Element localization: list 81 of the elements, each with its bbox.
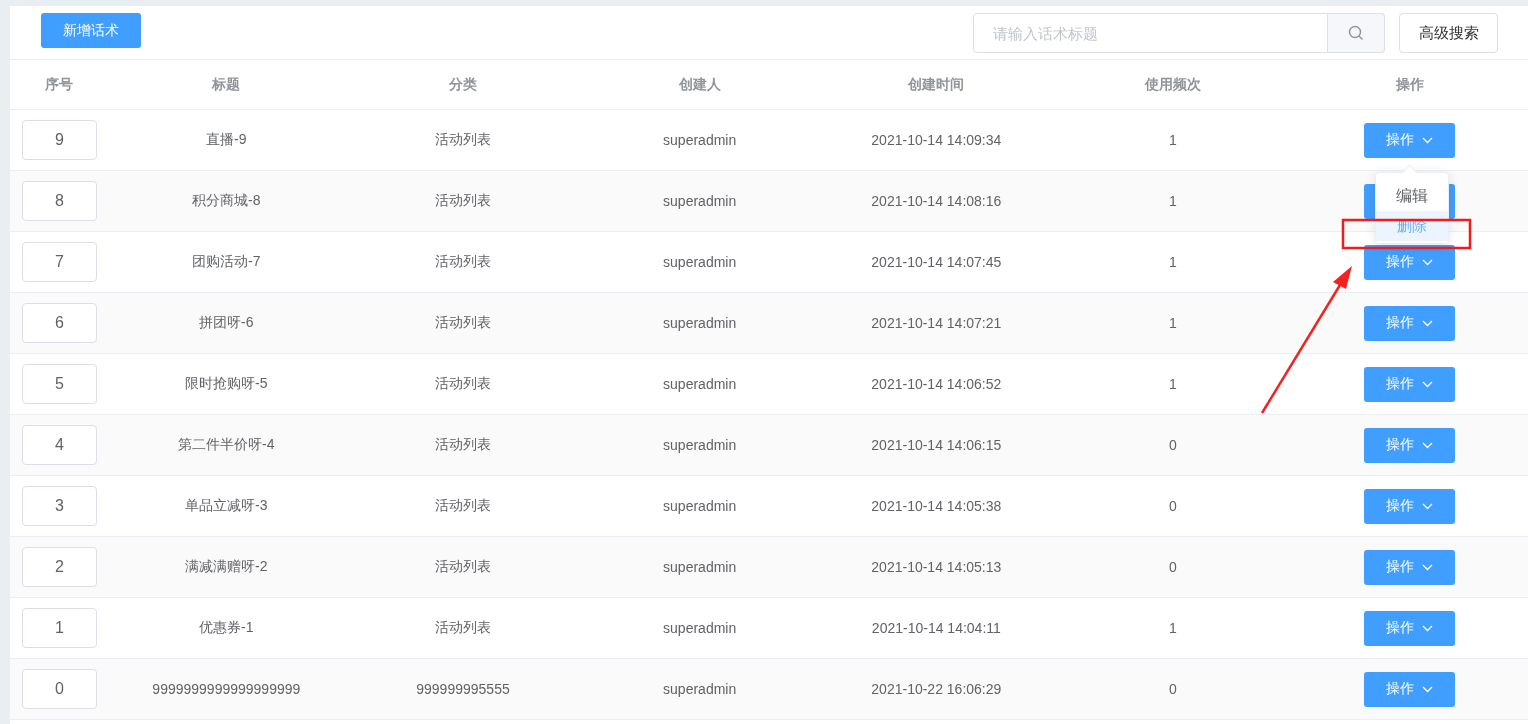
table-cell: 1 (1169, 620, 1177, 636)
table-cell: 1 (1169, 254, 1177, 270)
chevron-down-icon (1422, 319, 1434, 327)
table-cell: 2021-10-14 14:04:11 (871, 620, 1001, 636)
table-cell: 1 (1169, 376, 1177, 392)
table-cell: superadmin (663, 315, 737, 331)
table-cell: 拼团呀-6 (199, 314, 254, 332)
column-header: 使用频次 (1145, 75, 1201, 92)
table-cell: 活动列表 (435, 192, 491, 210)
table-cell: 0 (1169, 498, 1177, 514)
table-cell: 2021-10-14 14:06:52 (871, 376, 1002, 392)
table-cell: 2021-10-14 14:08:16 (871, 193, 1002, 209)
table-cell: 活动列表 (435, 619, 491, 637)
search-icon (1348, 25, 1364, 41)
table-cell: 活动列表 (435, 497, 491, 515)
menu-item[interactable]: 编辑 (1375, 181, 1448, 211)
table-cell: superadmin (663, 681, 737, 697)
chevron-down-icon (1422, 441, 1434, 449)
table-cell: superadmin (663, 437, 737, 453)
table-cell: 活动列表 (435, 314, 491, 332)
table-cell: 2021-10-14 14:07:21 (871, 315, 1002, 331)
table-cell: 1 (1169, 132, 1177, 148)
table-cell: 活动列表 (435, 436, 491, 454)
order-input-field[interactable]: 9 (22, 120, 97, 160)
table-cell: 0 (1169, 559, 1177, 575)
chevron-down-icon (1422, 624, 1434, 632)
order-input-field[interactable]: 4 (22, 425, 97, 465)
order-input-field[interactable]: 5 (22, 364, 97, 404)
column-header: 标题 (212, 75, 241, 92)
chevron-down-icon (1422, 563, 1434, 571)
table-cell: superadmin (663, 376, 737, 392)
order-input-field[interactable]: 7 (22, 242, 97, 282)
table-cell: 活动列表 (435, 131, 491, 149)
order-input-field[interactable]: 6 (22, 303, 97, 343)
table-cell: 第二件半价呀-4 (178, 436, 275, 454)
table-cell: 单品立减呀-3 (185, 497, 268, 515)
search-field[interactable]: 请输入话术标题 (973, 13, 1328, 53)
table-cell: 积分商城-8 (192, 192, 261, 210)
table-cell: superadmin (663, 559, 737, 575)
order-input-field[interactable]: 0 (22, 669, 97, 709)
table-cell: 直播-9 (206, 131, 247, 149)
table-cell: 1 (1169, 315, 1177, 331)
table-cell: 满减满赠呀-2 (185, 558, 268, 576)
table-cell: 9999999999999999999 (152, 681, 301, 697)
table-cell: 限时抢购呀-5 (185, 375, 268, 393)
order-input-field[interactable]: 2 (22, 547, 97, 587)
table-cell: superadmin (663, 498, 737, 514)
column-header: 创建时间 (908, 75, 965, 92)
table-cell: 活动列表 (435, 375, 491, 393)
table-cell: 0 (1169, 681, 1177, 697)
order-input-field[interactable]: 3 (22, 486, 97, 526)
table-cell: 2021-10-14 14:05:38 (871, 498, 1002, 514)
table-cell: 优惠券-1 (199, 619, 254, 637)
chevron-down-icon (1422, 258, 1434, 266)
table-cell: 2021-10-14 14:07:45 (871, 254, 1002, 270)
table-cell: 活动列表 (435, 558, 491, 576)
table-cell: superadmin (663, 254, 737, 270)
chevron-down-icon (1422, 502, 1434, 510)
chevron-down-icon (1422, 136, 1434, 144)
column-header: 创建人 (678, 75, 721, 92)
order-input-field[interactable]: 8 (22, 181, 97, 221)
table-cell: 2021-10-14 14:09:34 (871, 132, 1002, 148)
table-cell: 0 (1169, 437, 1177, 453)
table-cell: 2021-10-22 16:06:29 (871, 681, 1002, 697)
table-cell: 2021-10-14 14:06:15 (871, 437, 1002, 453)
chevron-down-icon (1422, 380, 1434, 388)
column-header: 操作 (1395, 75, 1424, 92)
table-cell: 1 (1169, 193, 1177, 209)
table-cell: 团购活动-7 (192, 253, 261, 271)
table-cell: superadmin (663, 193, 737, 209)
column-header: 序号 (45, 75, 73, 92)
table-cell: 活动列表 (435, 253, 491, 271)
search-button[interactable] (1328, 13, 1385, 53)
table-cell: 999999995555 (416, 681, 510, 697)
chevron-down-icon (1422, 685, 1434, 693)
column-header: 分类 (449, 75, 477, 92)
table-cell: superadmin (663, 132, 737, 148)
table-cell: 2021-10-14 14:05:13 (871, 559, 1002, 575)
advanced-search-button[interactable]: 高级搜索 (1399, 13, 1498, 53)
table-cell: superadmin (663, 620, 737, 636)
order-input-field[interactable]: 1 (22, 608, 97, 648)
